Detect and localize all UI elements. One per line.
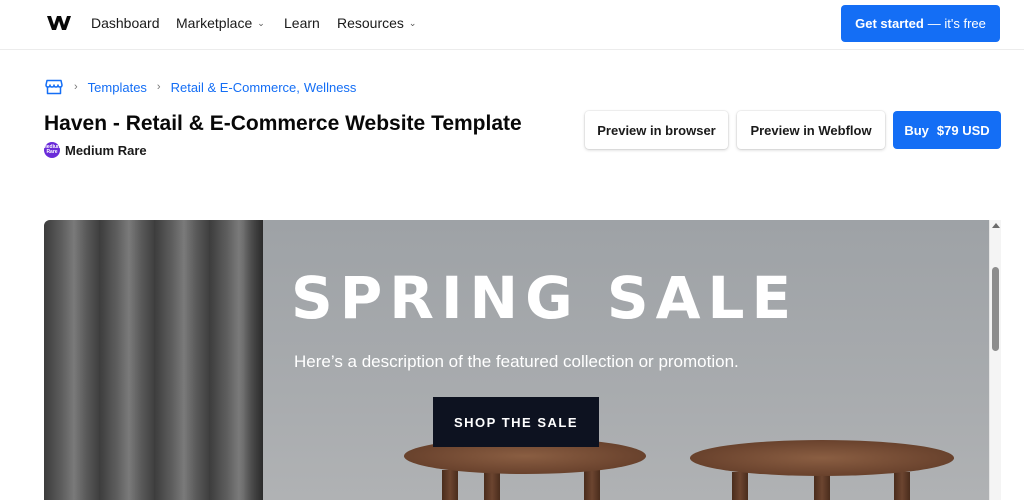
template-preview[interactable]: SPRING SALE Here’s a description of the … [44, 220, 989, 500]
preview-in-webflow-button[interactable]: Preview in Webflow [737, 111, 885, 149]
scrollbar-thumb[interactable] [992, 267, 999, 351]
get-started-label: Get started [855, 16, 924, 31]
breadcrumb: › Templates › Retail & E-Commerce , Well… [44, 78, 356, 96]
breadcrumb-categories: Retail & E-Commerce , Wellness [171, 80, 357, 95]
breadcrumb-retail-ecommerce[interactable]: Retail & E-Commerce [171, 80, 297, 95]
nav-marketplace-label: Marketplace [176, 15, 253, 31]
breadcrumb-wellness[interactable]: Wellness [304, 80, 357, 95]
stool-leg [814, 474, 830, 500]
stool-leg [732, 472, 748, 500]
chevron-down-icon: ⌄ [408, 17, 417, 28]
chevron-down-icon: ⌄ [257, 17, 265, 28]
stool-leg [894, 472, 910, 500]
nav-learn[interactable]: Learn [284, 15, 320, 31]
get-started-button[interactable]: Get started — it's free [841, 5, 1000, 42]
nav-learn-label: Learn [284, 15, 320, 31]
buy-button[interactable]: Buy $79 USD [893, 111, 1001, 149]
scroll-up-arrow-icon[interactable] [992, 223, 1000, 228]
author-link[interactable]: Medium Rare Medium Rare [43, 142, 147, 158]
author-name: Medium Rare [65, 142, 147, 158]
breadcrumb-chevron: › [156, 81, 161, 93]
buy-label: Buy [904, 122, 929, 138]
hero-description: Here’s a description of the featured col… [294, 352, 739, 371]
stool-right-top [690, 440, 954, 476]
stool-leg [584, 470, 600, 500]
nav-resources-label: Resources [337, 15, 404, 31]
breadcrumb-comma: , [296, 79, 300, 95]
nav-dashboard-label: Dashboard [91, 15, 160, 31]
page-title: Haven - Retail & E-Commerce Website Temp… [44, 112, 522, 135]
preview-in-browser-label: Preview in browser [597, 122, 716, 138]
avatar: Medium Rare [43, 142, 61, 158]
webflow-logo-icon[interactable] [47, 15, 71, 31]
stool-leg [442, 470, 458, 500]
stool-leg [484, 472, 500, 500]
breadcrumb-templates[interactable]: Templates [88, 80, 147, 95]
nav-marketplace[interactable]: Marketplace ⌄ [176, 15, 265, 31]
preview-scrollbar[interactable] [989, 220, 1001, 500]
breadcrumb-chevron: › [74, 81, 78, 93]
get-started-sublabel: — it's free [927, 16, 986, 31]
nav-resources[interactable]: Resources ⌄ [337, 15, 416, 31]
shop-the-sale-button[interactable]: SHOP THE SALE [433, 397, 599, 447]
marketplace-store-icon[interactable] [44, 78, 64, 96]
preview-in-browser-button[interactable]: Preview in browser [585, 111, 728, 149]
nav-dashboard[interactable]: Dashboard [91, 15, 160, 31]
curtain-image [44, 220, 263, 500]
top-navigation: Dashboard Marketplace ⌄ Learn Resources … [0, 0, 1024, 50]
buy-price: $79 USD [936, 122, 990, 138]
hero-title: SPRING SALE [291, 264, 799, 332]
preview-in-webflow-label: Preview in Webflow [750, 122, 872, 138]
